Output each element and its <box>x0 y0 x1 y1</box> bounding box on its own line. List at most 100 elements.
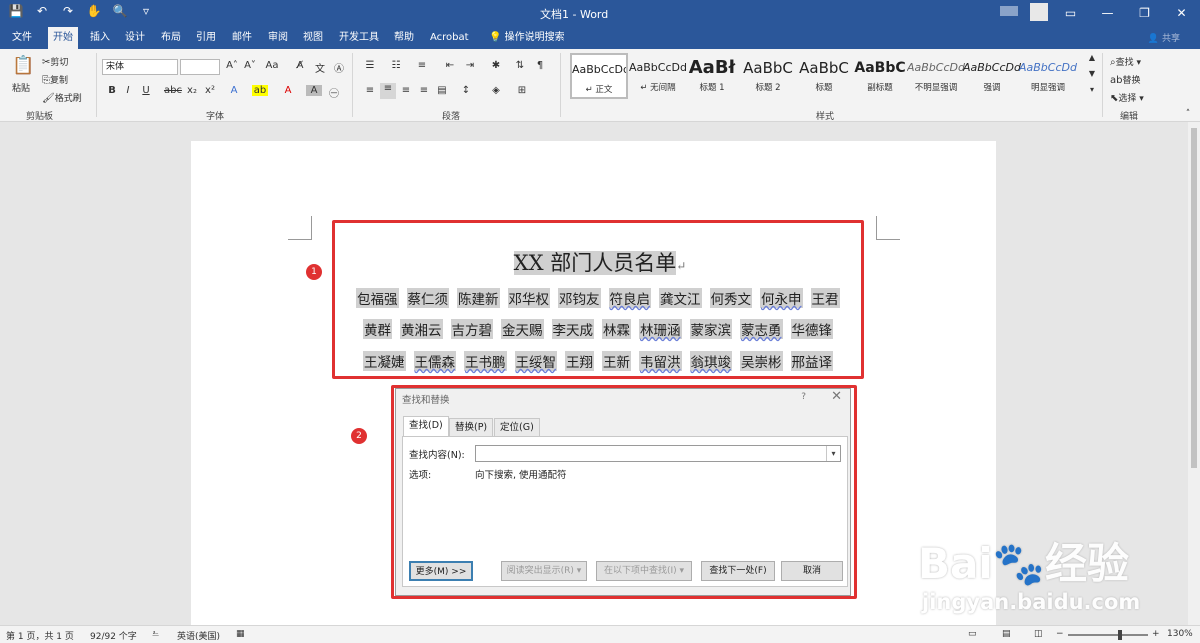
tab-design[interactable]: 设计 <box>120 27 150 49</box>
zoom-out-icon[interactable]: − <box>1056 629 1064 639</box>
reading-highlight-button[interactable]: 阅读突出显示(R) ▾ <box>501 561 587 581</box>
align-right-icon[interactable]: ≡ <box>398 85 414 96</box>
style-no-spacing[interactable]: AaBbCcDd ↵ 无间隔 <box>629 53 687 99</box>
tab-references[interactable]: 引用 <box>191 27 221 49</box>
collapse-ribbon-icon[interactable]: ˄ <box>1180 109 1196 119</box>
style-subtle-emphasis[interactable]: AaBbCcDd 不明显强调 <box>907 53 965 99</box>
gallery-down-icon[interactable]: ▼ <box>1084 69 1100 78</box>
cancel-button[interactable]: 取消 <box>781 561 843 581</box>
clear-format-icon[interactable]: A̸ <box>292 60 308 71</box>
sort-icon[interactable]: ⇅ <box>512 60 528 71</box>
superscript-icon[interactable]: x² <box>202 85 218 96</box>
style-normal[interactable]: AaBbCcDd ↵ 正文 <box>570 53 628 99</box>
underline-icon[interactable]: U <box>138 85 154 96</box>
shrink-font-icon[interactable]: A˅ <box>242 60 258 71</box>
show-marks-icon[interactable]: ¶ <box>532 60 548 71</box>
read-mode-icon[interactable]: ▭ <box>968 629 977 639</box>
tab-developer[interactable]: 开发工具 <box>334 27 384 49</box>
cut-button[interactable]: ✂ 剪切 <box>42 55 68 68</box>
subscript-icon[interactable]: x₂ <box>184 85 200 96</box>
zoom-in-icon[interactable]: + <box>1152 629 1160 639</box>
minimize-button[interactable]: — <box>1089 0 1126 27</box>
scroll-thumb[interactable] <box>1191 128 1197 468</box>
align-center-icon[interactable]: ≡ <box>380 83 396 99</box>
redo-icon[interactable]: ↷ <box>60 4 76 18</box>
ribbon-display-icon[interactable]: ▭ <box>1052 0 1089 27</box>
save-icon[interactable]: 💾 <box>8 4 24 18</box>
replace-button[interactable]: ab 替换 <box>1110 73 1141 86</box>
print-layout-icon[interactable]: ▤ <box>1002 629 1011 639</box>
names-row-2[interactable]: 黄群 黄湘云 吉方碧 金天赐 李天成 林霖 林珊涵 蒙家滨 蒙志勇 华德锋 <box>363 319 833 339</box>
font-name-select[interactable]: 宋体 <box>102 59 178 75</box>
paste-icon[interactable]: 📋 <box>12 55 34 76</box>
decrease-indent-icon[interactable]: ⇤ <box>442 60 458 71</box>
highlight-icon[interactable]: ab <box>252 85 268 96</box>
zoom-slider-knob[interactable] <box>1118 630 1122 640</box>
gallery-up-icon[interactable]: ▲ <box>1084 53 1100 62</box>
align-left-icon[interactable]: ≡ <box>362 85 378 96</box>
dialog-tab-find[interactable]: 查找(D) <box>403 416 449 437</box>
touch-mode-icon[interactable]: ✋ <box>86 4 102 18</box>
dialog-tab-goto[interactable]: 定位(G) <box>494 418 540 436</box>
increase-indent-icon[interactable]: ⇥ <box>462 60 478 71</box>
tell-me-search[interactable]: 💡 操作说明搜索 <box>484 27 570 49</box>
find-button[interactable]: ⌕ 查找 ▾ <box>1110 55 1141 68</box>
more-button[interactable]: 更多(M) >> <box>409 561 473 581</box>
zoom-slider[interactable] <box>1068 634 1148 636</box>
close-button[interactable]: ✕ <box>1163 0 1200 27</box>
text-effects-icon[interactable]: A <box>226 85 242 96</box>
names-row-1[interactable]: 包福强 蔡仁须 陈建新 邓华权 邓钧友 符良启 龚文江 何秀文 何永申 王君 <box>356 288 840 308</box>
tab-review[interactable]: 审阅 <box>263 27 293 49</box>
borders-icon[interactable]: ⊞ <box>514 85 530 96</box>
share-button[interactable]: 👤 共享 <box>1148 31 1180 44</box>
char-shading-icon[interactable]: A <box>306 85 322 96</box>
tab-help[interactable]: 帮助 <box>389 27 419 49</box>
customize-qat-icon[interactable]: ▿ <box>138 4 154 18</box>
chinese-layout-icon[interactable]: ✱ <box>488 60 504 71</box>
undo-icon[interactable]: ↶ <box>34 4 50 18</box>
style-heading-2[interactable]: AaBbC 标题 2 <box>739 53 797 99</box>
grow-font-icon[interactable]: A˄ <box>224 60 240 71</box>
style-heading-1[interactable]: AaBł 标题 1 <box>683 53 741 99</box>
page-count[interactable]: 第 1 页，共 1 页 <box>6 629 74 642</box>
vertical-scrollbar[interactable] <box>1188 122 1200 625</box>
tab-insert[interactable]: 插入 <box>85 27 115 49</box>
bullets-icon[interactable]: ☰ <box>362 60 378 71</box>
shading-icon[interactable]: ◈ <box>488 85 504 96</box>
tab-mailings[interactable]: 邮件 <box>227 27 257 49</box>
proofing-icon[interactable]: ⎁ <box>152 629 159 639</box>
paste-button[interactable]: 粘贴 <box>12 81 30 94</box>
avatar[interactable] <box>1030 3 1048 21</box>
phonetic-guide-icon[interactable]: 文 <box>312 60 328 75</box>
enclose-char-icon[interactable]: ㊀ <box>326 85 342 100</box>
tab-file[interactable]: 文件 <box>7 27 37 49</box>
style-intense-emphasis[interactable]: AaBbCcDd 明显强调 <box>1019 53 1077 99</box>
print-preview-icon[interactable]: 🔍 <box>112 4 128 18</box>
dialog-close-icon[interactable]: ✕ <box>831 389 842 404</box>
style-subtitle[interactable]: AaBbC 副标题 <box>851 53 909 99</box>
find-in-button[interactable]: 在以下项中查找(I) ▾ <box>596 561 692 581</box>
language-status[interactable]: 英语(美国) <box>177 629 220 642</box>
zoom-level[interactable]: 130% <box>1167 629 1193 639</box>
dialog-tab-replace[interactable]: 替换(P) <box>449 418 494 436</box>
font-size-select[interactable] <box>180 59 220 75</box>
macro-icon[interactable]: ▦ <box>236 629 245 639</box>
change-case-icon[interactable]: Aa <box>264 60 280 71</box>
char-border-icon[interactable]: Ⓐ <box>331 60 347 75</box>
find-what-input[interactable]: ▾ <box>475 445 841 462</box>
restore-button[interactable]: ❐ <box>1126 0 1163 27</box>
word-count[interactable]: 92/92 个字 <box>90 629 137 642</box>
web-layout-icon[interactable]: ◫ <box>1034 629 1043 639</box>
distributed-icon[interactable]: ▤ <box>434 85 450 96</box>
document-heading[interactable]: XX 部门人员名单↵ <box>0 247 1200 277</box>
dialog-help-button[interactable]: ? <box>801 392 806 402</box>
line-spacing-icon[interactable]: ↕ <box>458 85 474 96</box>
style-title[interactable]: AaBbC 标题 <box>795 53 853 99</box>
tab-layout[interactable]: 布局 <box>156 27 186 49</box>
tab-view[interactable]: 视图 <box>298 27 328 49</box>
find-next-button[interactable]: 查找下一处(F) <box>701 561 775 581</box>
multilevel-list-icon[interactable]: ≡ <box>414 60 430 71</box>
gallery-more-icon[interactable]: ▾ <box>1084 85 1100 94</box>
format-painter-button[interactable]: 🖌 格式刷 <box>42 91 82 104</box>
bold-icon[interactable]: B <box>104 85 120 96</box>
